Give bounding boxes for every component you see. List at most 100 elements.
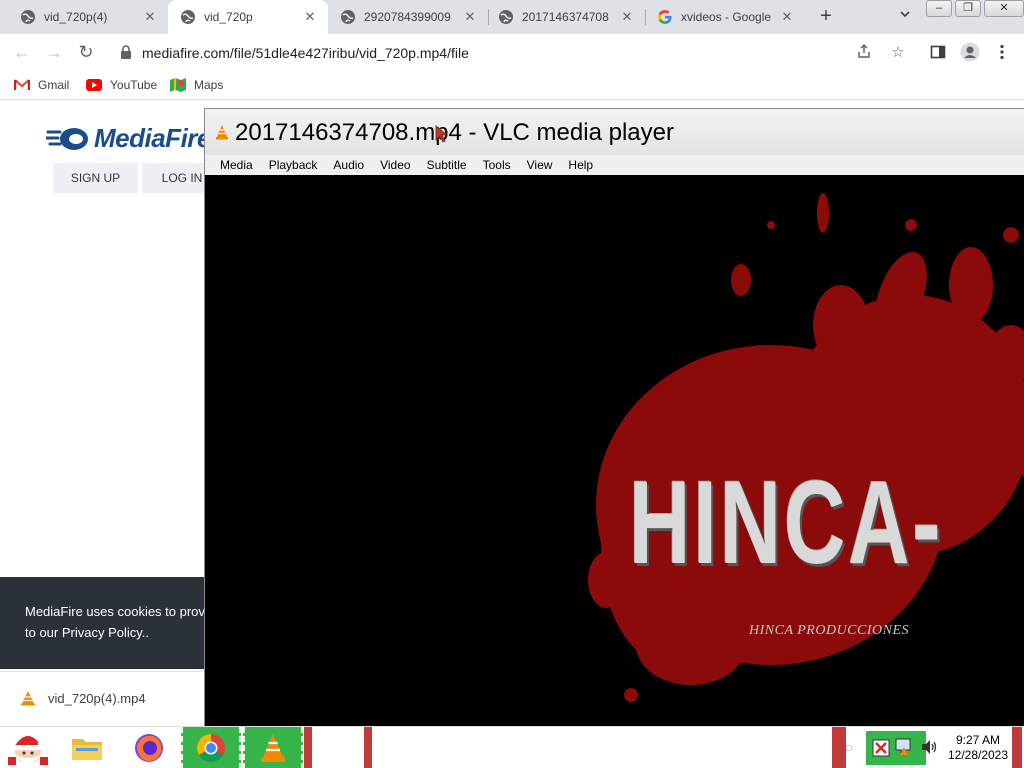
desktop-screen: vid_720p(4) ✕ vid_720p ✕ 2920784399009 ✕… [0,0,1024,768]
url-text: mediafire.com/file/51dle4e427iribu/vid_7… [142,45,469,61]
video-title-text: HINCA- [629,457,944,589]
download-shelf: vid_720p(4).mp4 [0,671,210,726]
bookmark-label: YouTube [110,78,158,92]
google-icon [657,9,673,25]
mouse-cursor-icon [435,125,449,143]
more-menu-icon[interactable] [992,42,1012,62]
vlc-title-bar[interactable]: 2017146374708.mp4 - VLC media player [205,109,1024,155]
menu-playback[interactable]: Playback [261,155,326,175]
folder-icon [72,739,102,760]
mediafire-logo-text: MediaFire [94,123,211,153]
windows-taskbar: 9:27 AM 12/28/2023 [0,726,1024,768]
vlc-cone-icon [261,734,285,762]
tab-title: xvideos - Google [681,10,772,24]
bookmarks-bar: Gmail YouTube Maps [0,70,1024,100]
tab-title: vid_720p [204,10,253,24]
tab-vid-720p-4[interactable]: vid_720p(4) ✕ [0,0,168,34]
gmail-icon [14,77,30,93]
firefox-button[interactable] [126,727,172,768]
network-icon[interactable] [894,737,914,759]
bookmark-label: Gmail [38,78,70,92]
lock-icon[interactable] [120,45,132,59]
security-alert-icon[interactable] [872,739,890,757]
side-panel-icon[interactable] [928,42,948,62]
youtube-icon [86,77,102,93]
new-tab-button[interactable]: + [814,5,838,29]
taskbar-running-marker [304,727,312,768]
tab-2920784399009[interactable]: 2920784399009 ✕ [328,0,488,34]
globe-icon [340,9,356,25]
tab-2017146374708[interactable]: 2017146374708 ✕ [488,0,645,34]
close-icon[interactable]: ✕ [142,9,158,25]
menu-media[interactable]: Media [205,155,261,175]
vlc-file-icon [21,691,35,706]
close-icon[interactable]: ✕ [302,9,318,25]
tab-title: vid_720p(4) [44,10,108,24]
star-icon[interactable]: ☆ [888,43,908,63]
vlc-cone-icon [216,125,228,140]
chrome-icon [197,734,225,762]
file-explorer-button[interactable] [64,727,110,768]
download-item[interactable]: vid_720p(4).mp4 [20,690,146,706]
globe-icon [180,9,196,25]
close-icon[interactable]: ✕ [462,9,478,25]
tab-title: 2017146374708 [522,10,609,24]
show-desktop-button[interactable] [1012,727,1022,768]
taskbar-running-marker [364,727,372,768]
download-filename: vid_720p(4).mp4 [48,690,146,706]
menu-subtitle[interactable]: Subtitle [419,155,475,175]
video-subtitle-text: HINCA PRODUCCIONES [749,623,910,638]
vlc-window-title: 2017146374708.mp4 - VLC media player [235,119,674,146]
maps-icon [170,77,186,93]
close-icon[interactable]: ✕ [779,9,795,25]
back-arrow-icon[interactable]: ← [10,40,34,64]
menu-tools[interactable]: Tools [475,155,519,175]
blood-splatter-graphic [588,193,1024,702]
clock-time: 9:27 AM [955,733,1001,747]
profile-avatar-icon[interactable] [960,42,980,62]
chrome-button[interactable] [181,727,241,768]
cookie-text-line1: MediaFire uses cookies to prov [25,604,205,619]
vlc-video-area[interactable]: HINCA- HINCA PRODUCCIONES [211,175,1024,729]
system-tray [866,731,926,765]
forward-arrow-icon[interactable]: → [42,40,66,64]
address-bar[interactable]: mediafire.com/file/51dle4e427iribu/vid_7… [108,37,918,67]
menu-help[interactable]: Help [560,155,601,175]
tab-title: 2920784399009 [364,10,451,24]
tab-xvideos-google[interactable]: xvideos - Google ✕ [645,0,805,34]
tab-search-icon[interactable] [896,8,914,26]
close-window-button[interactable]: ✕ [984,0,1024,17]
bookmark-gmail[interactable]: Gmail [14,76,69,94]
browser-tab-strip: vid_720p(4) ✕ vid_720p ✕ 2920784399009 ✕… [0,0,1024,34]
tray-dot-icon [846,745,852,751]
globe-icon [498,9,514,25]
cookie-banner: MediaFire uses cookies to prov to our Pr… [0,577,210,669]
tab-vid-720p[interactable]: vid_720p ✕ [168,0,328,34]
window-controls: – ❐ ✕ [926,0,1024,18]
mediafire-flame-icon [46,127,88,150]
globe-icon [20,9,36,25]
vlc-menu-bar: Media Playback Audio Video Subtitle Tool… [205,155,1024,175]
close-icon[interactable]: ✕ [619,9,635,25]
clock-date: 12/28/2023 [947,748,1009,762]
taskbar-running-marker [832,727,846,768]
system-clock[interactable]: 9:27 AM 12/28/2023 [942,733,1014,763]
reload-icon[interactable]: ↻ [74,40,98,64]
browser-toolbar: ← → ↻ mediafire.com/file/51dle4e427iribu… [0,34,1024,70]
share-icon[interactable] [854,43,874,63]
menu-audio[interactable]: Audio [325,155,372,175]
bookmark-maps[interactable]: Maps [170,76,223,94]
menu-video[interactable]: Video [372,155,418,175]
sign-up-button[interactable]: SIGN UP [53,163,138,193]
firefox-icon [135,734,163,762]
mediafire-logo[interactable]: MediaFire [46,123,211,154]
vlc-taskbar-button[interactable] [243,727,303,768]
minimize-button[interactable]: – [926,0,952,17]
bookmark-youtube[interactable]: YouTube [86,76,157,94]
menu-view[interactable]: View [519,155,561,175]
cookie-text-line2: to our Privacy Policy.. [25,625,150,640]
start-button[interactable] [0,727,56,768]
volume-icon[interactable] [920,739,938,755]
vlc-window: 2017146374708.mp4 - VLC media player Med… [204,108,1024,729]
restore-button[interactable]: ❐ [955,0,981,17]
